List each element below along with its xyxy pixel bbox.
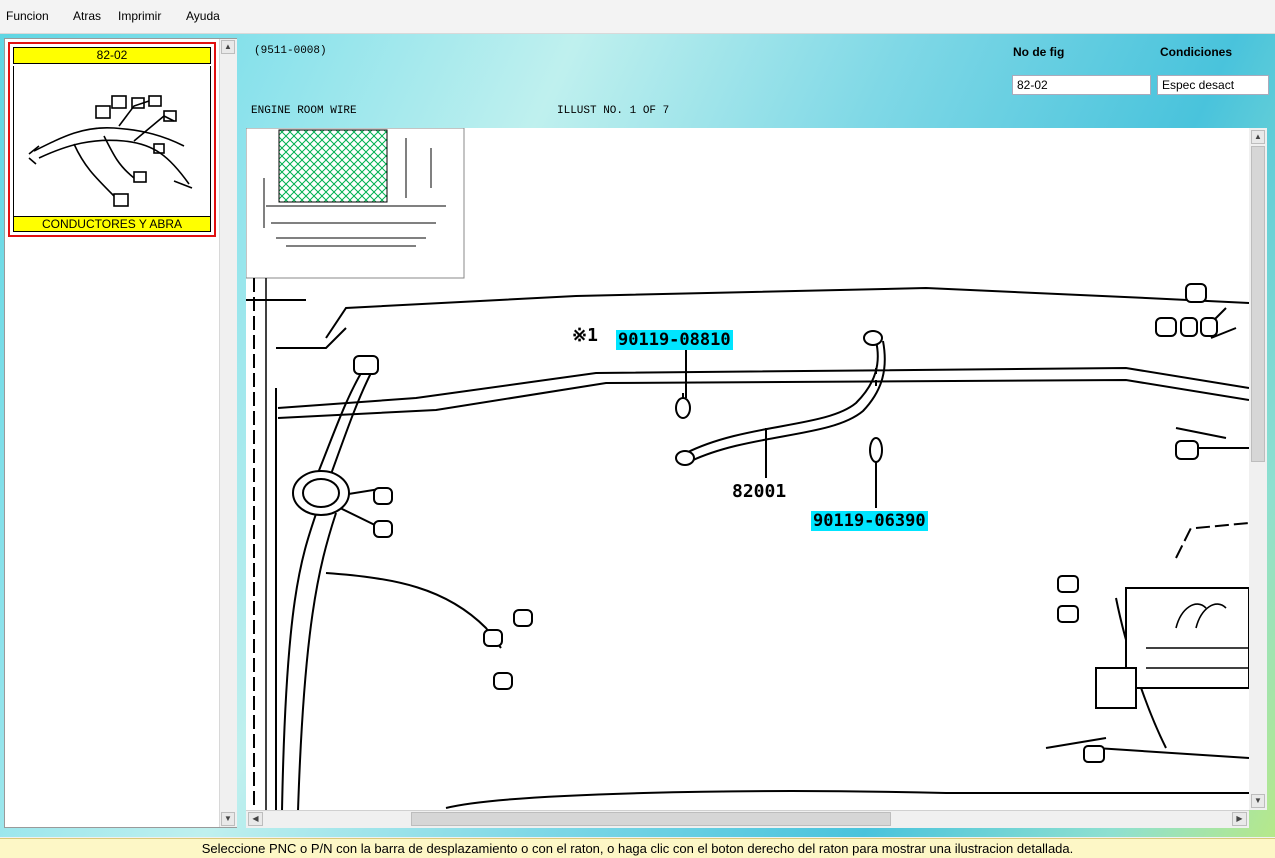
scroll-up-icon[interactable]: ▲: [221, 40, 235, 54]
part-number-90119-08810[interactable]: 90119-08810: [616, 330, 733, 350]
menu-ayuda[interactable]: Ayuda: [186, 9, 220, 23]
illustration-title: ENGINE ROOM WIRE: [251, 105, 357, 117]
overview-inset: [246, 128, 465, 279]
thumbnail-fig-no: 82-02: [13, 47, 211, 64]
conditions-label: Condiciones: [1160, 45, 1233, 59]
illustration-canvas[interactable]: ※1 90119-08810 82001 90119-06390: [246, 128, 1249, 811]
menu-bar: Funcion Atras Imprimir Ayuda: [0, 0, 1275, 34]
thumbnail-image: [13, 66, 211, 216]
scroll-down-icon[interactable]: ▼: [1251, 794, 1265, 808]
pnc-82001[interactable]: 82001: [732, 481, 786, 502]
drawing-horizontal-scrollbar[interactable]: ◀ ▶: [246, 810, 1249, 828]
illustration-number: ILLUST NO. 1 OF 7: [557, 105, 670, 117]
fig-no-field: 82-02: [1012, 75, 1151, 95]
part-number-90119-06390[interactable]: 90119-06390: [811, 511, 928, 531]
menu-funcion[interactable]: Funcion: [6, 9, 49, 23]
thumbnail-card[interactable]: 82-02 CONDUCTORES Y ABRA: [8, 42, 216, 237]
fig-no-label: No de fig: [1013, 45, 1065, 59]
illustration-code: (9511-0008): [254, 45, 327, 57]
drawing-vertical-scrollbar[interactable]: ▲ ▼: [1249, 128, 1267, 810]
conditions-field: Espec desact: [1157, 75, 1269, 95]
scroll-down-icon[interactable]: ▼: [221, 812, 235, 826]
scroll-up-icon[interactable]: ▲: [1251, 130, 1265, 144]
menu-imprimir[interactable]: Imprimir: [118, 9, 161, 23]
menu-atras[interactable]: Atras: [73, 9, 101, 23]
status-bar: Seleccione PNC o P/N con la barra de des…: [0, 838, 1275, 858]
note-marker: ※1: [572, 325, 598, 346]
thumbnail-caption: CONDUCTORES Y ABRA: [13, 216, 211, 232]
thumbnail-scrollbar[interactable]: ▲ ▼: [219, 39, 237, 827]
scroll-thumb[interactable]: [411, 812, 891, 826]
scroll-right-icon[interactable]: ▶: [1232, 812, 1247, 826]
scroll-left-icon[interactable]: ◀: [248, 812, 263, 826]
thumbnail-list: 82-02 CONDUCTORES Y ABRA ▲ ▼: [4, 38, 237, 828]
scroll-thumb[interactable]: [1251, 146, 1265, 462]
